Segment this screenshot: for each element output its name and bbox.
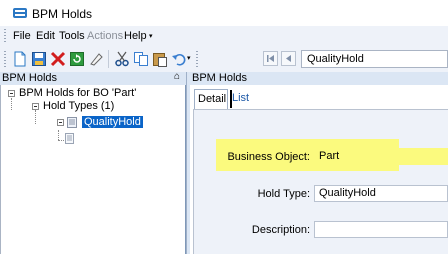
- tree-connector: [58, 130, 59, 140]
- hold-type-label: Hold Type:: [257, 188, 310, 200]
- new-icon[interactable]: [12, 51, 28, 67]
- tree-expander-hold-types[interactable]: [32, 103, 39, 110]
- pin-icon[interactable]: ⌂: [174, 71, 180, 82]
- refresh-icon[interactable]: [69, 51, 85, 67]
- hold-child-icon: [65, 133, 75, 144]
- clear-icon[interactable]: [88, 51, 104, 67]
- app-icon: [13, 8, 27, 18]
- business-object-field[interactable]: Part: [314, 148, 448, 165]
- tree-node-hold-types[interactable]: Hold Types (1): [43, 100, 114, 112]
- tree-connector: [11, 98, 12, 110]
- save-icon[interactable]: [31, 51, 47, 67]
- tree-connector: [35, 110, 36, 124]
- cut-icon[interactable]: [114, 51, 130, 67]
- tree-node-qualityhold[interactable]: QualityHold: [82, 116, 143, 128]
- menu-overflow-icon[interactable]: ▾: [149, 32, 153, 40]
- hold-selector-field[interactable]: QualityHold: [301, 50, 448, 68]
- right-pane-header: BPM Holds: [190, 72, 448, 85]
- first-record-icon[interactable]: [263, 51, 278, 66]
- delete-icon[interactable]: [50, 51, 66, 67]
- tab-detail-label: Detail: [198, 93, 227, 105]
- tab-list[interactable]: List: [232, 92, 249, 104]
- menu-tools[interactable]: Tools: [59, 30, 85, 42]
- description-field[interactable]: [314, 221, 448, 238]
- toolbar-grip-2[interactable]: [196, 51, 198, 67]
- window-title: BPM Holds: [32, 7, 93, 21]
- toolbar-separator: [108, 50, 109, 68]
- tree-node-root[interactable]: BPM Holds for BO 'Part': [19, 87, 136, 99]
- undo-dropdown-icon[interactable]: ▾: [187, 54, 191, 62]
- tab-detail[interactable]: Detail: [194, 89, 228, 109]
- tree-expander-qualityhold[interactable]: [57, 119, 64, 126]
- copy-icon[interactable]: [133, 51, 149, 67]
- business-object-label: Business Object:: [227, 151, 310, 163]
- menu-file[interactable]: File: [13, 30, 31, 42]
- undo-icon[interactable]: [171, 51, 187, 67]
- menubar-grip[interactable]: [4, 29, 6, 43]
- paste-icon[interactable]: [152, 51, 168, 67]
- previous-record-icon[interactable]: [281, 51, 296, 66]
- menu-actions[interactable]: Actions: [87, 30, 123, 42]
- hold-type-field[interactable]: QualityHold: [314, 185, 448, 202]
- left-pane-title: BPM Holds: [2, 72, 58, 84]
- left-pane-header: BPM Holds ⌂: [0, 71, 186, 85]
- title-bar: BPM Holds: [0, 0, 448, 26]
- hold-node-icon: [67, 117, 78, 128]
- menu-edit[interactable]: Edit: [36, 30, 55, 42]
- tree-connector: [58, 140, 64, 141]
- tree-expander-root[interactable]: [8, 90, 15, 97]
- right-pane-title: BPM Holds: [192, 72, 248, 84]
- menu-help[interactable]: Help: [124, 30, 147, 42]
- menu-bar: File Edit Tools Actions Help ▾: [0, 26, 448, 46]
- toolbar-grip[interactable]: [4, 51, 6, 67]
- description-label: Description:: [251, 224, 310, 236]
